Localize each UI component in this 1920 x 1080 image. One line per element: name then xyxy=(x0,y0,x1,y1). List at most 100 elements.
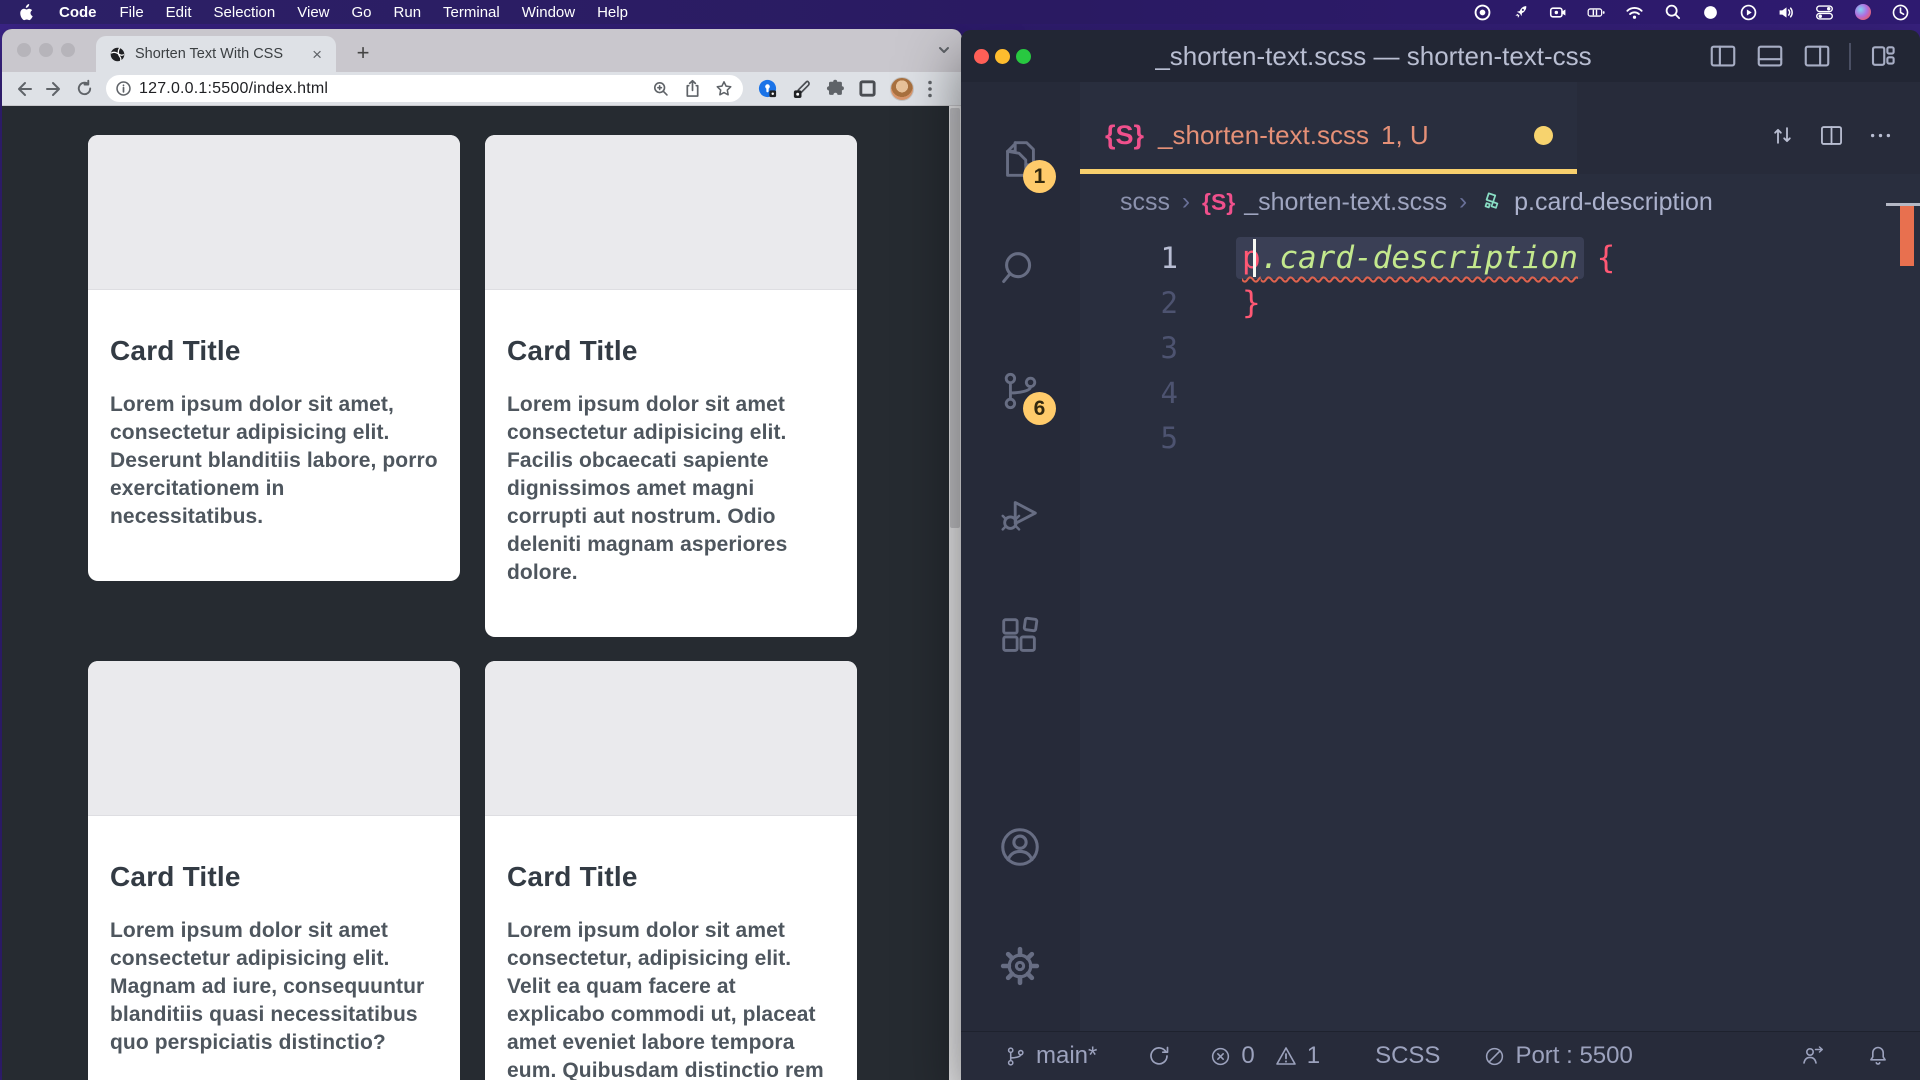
code-line-5[interactable]: 5 xyxy=(1080,416,1920,461)
spotlight-search-icon[interactable] xyxy=(1663,3,1682,22)
notifications-status[interactable] xyxy=(1866,1044,1890,1068)
display-dot-icon[interactable] xyxy=(1701,3,1720,22)
minimize-window-button[interactable] xyxy=(995,49,1010,64)
volume-icon[interactable] xyxy=(1777,3,1796,22)
site-info-icon[interactable] xyxy=(115,80,132,97)
page-scrollbar[interactable] xyxy=(949,106,961,1080)
zoom-icon[interactable] xyxy=(652,80,670,98)
code-line-1[interactable]: 1 p.card-description { xyxy=(1080,236,1920,281)
error-count: 0 xyxy=(1241,1042,1254,1070)
live-server-status[interactable]: Port : 5500 xyxy=(1483,1042,1632,1070)
close-tab-icon[interactable]: × xyxy=(308,44,326,65)
zoom-window-button[interactable] xyxy=(61,43,75,57)
toggle-secondary-sidebar-icon[interactable] xyxy=(1802,41,1832,71)
breadcrumb-separator: › xyxy=(1459,188,1467,216)
battery-icon[interactable] xyxy=(1587,3,1606,22)
open-changes-icon[interactable] xyxy=(1769,122,1796,149)
record-icon[interactable] xyxy=(1473,3,1492,22)
problems-status[interactable]: 0 1 xyxy=(1209,1042,1320,1070)
page-scrollbar-thumb[interactable] xyxy=(950,108,960,528)
url-text[interactable]: 127.0.0.1:5500/index.html xyxy=(139,80,652,98)
extensions-puzzle-icon[interactable] xyxy=(825,79,845,99)
browser-traffic-lights[interactable] xyxy=(17,43,75,57)
menu-run[interactable]: Run xyxy=(383,4,433,21)
menubar-app-name[interactable]: Code xyxy=(47,4,109,21)
back-button[interactable] xyxy=(12,77,36,101)
wifi-icon[interactable] xyxy=(1625,3,1644,22)
apple-menu-icon[interactable] xyxy=(0,4,47,21)
code-line-2[interactable]: 2 } xyxy=(1080,281,1920,326)
source-control-badge: 6 xyxy=(1023,392,1056,425)
menu-file[interactable]: File xyxy=(109,4,155,21)
language-mode[interactable]: SCSS xyxy=(1375,1042,1440,1070)
screen-mirroring-icon[interactable] xyxy=(1739,3,1758,22)
sync-icon xyxy=(1147,1044,1171,1068)
share-icon[interactable] xyxy=(684,79,701,98)
split-editor-icon[interactable] xyxy=(1818,122,1845,149)
menu-selection[interactable]: Selection xyxy=(203,4,287,21)
card-3-description: Lorem ipsum dolor sit amet consectetur a… xyxy=(110,917,438,1057)
menu-go[interactable]: Go xyxy=(341,4,383,21)
minimize-window-button[interactable] xyxy=(39,43,53,57)
feedback-person-icon xyxy=(1800,1044,1826,1068)
account-icon[interactable] xyxy=(997,824,1043,870)
code-line-3[interactable]: 3 xyxy=(1080,326,1920,371)
code-token-class: .card-description xyxy=(1261,240,1578,276)
extensions-icon[interactable] xyxy=(997,613,1043,659)
menu-help[interactable]: Help xyxy=(586,4,639,21)
close-window-button[interactable] xyxy=(974,49,989,64)
explorer-icon[interactable]: 1 xyxy=(997,136,1043,182)
password-manager-extension-icon[interactable] xyxy=(757,78,778,99)
reload-button[interactable] xyxy=(72,77,96,101)
card-2-title: Card Title xyxy=(507,335,835,367)
code-token-close-brace: } xyxy=(1195,281,1261,326)
control-center-icon[interactable] xyxy=(1815,3,1834,22)
profile-avatar[interactable] xyxy=(890,77,914,101)
siri-icon[interactable] xyxy=(1853,3,1872,22)
rocket-icon[interactable] xyxy=(1511,3,1530,22)
menu-terminal[interactable]: Terminal xyxy=(432,4,511,21)
customize-layout-icon[interactable] xyxy=(1868,41,1898,71)
toggle-panel-icon[interactable] xyxy=(1755,41,1785,71)
forward-button[interactable] xyxy=(42,77,66,101)
new-tab-button[interactable]: + xyxy=(350,41,376,65)
menu-edit[interactable]: Edit xyxy=(155,4,203,21)
active-tab-underline xyxy=(1080,169,1577,174)
breadcrumb-folder[interactable]: scss xyxy=(1120,188,1170,217)
code-editor[interactable]: 1 p.card-description { 2 } 3 4 5 xyxy=(1080,230,1920,1031)
breadcrumb-symbol[interactable]: p.card-description xyxy=(1514,188,1713,217)
card-4-image-placeholder xyxy=(485,661,857,816)
card-1-image-placeholder xyxy=(88,135,460,290)
search-icon[interactable] xyxy=(997,246,1043,292)
browser-menu-icon[interactable] xyxy=(927,79,933,99)
run-debug-icon[interactable] xyxy=(997,491,1043,537)
zoom-window-button[interactable] xyxy=(1016,49,1031,64)
eyedropper-extension-icon[interactable] xyxy=(791,78,812,99)
branch-status[interactable]: main* xyxy=(1004,1042,1097,1070)
close-window-button[interactable] xyxy=(17,43,31,57)
editor-tab-shorten-text[interactable]: {S} _shorten-text.scss 1, U xyxy=(1080,82,1577,174)
clock-icon[interactable] xyxy=(1891,3,1910,22)
menu-view[interactable]: View xyxy=(286,4,340,21)
unsaved-changes-dot-icon[interactable] xyxy=(1534,126,1553,145)
code-line-4[interactable]: 4 xyxy=(1080,371,1920,416)
breadcrumb-file[interactable]: _shorten-text.scss xyxy=(1244,188,1447,217)
address-bar[interactable]: 127.0.0.1:5500/index.html xyxy=(106,75,743,102)
browser-tab[interactable]: Shorten Text With CSS × xyxy=(96,36,336,72)
tab-search-chevron-icon[interactable] xyxy=(936,43,952,57)
feedback-status[interactable] xyxy=(1800,1044,1826,1068)
editor-more-actions-icon[interactable] xyxy=(1867,122,1894,149)
symbol-ruleset-icon xyxy=(1479,189,1505,215)
bookmark-star-icon[interactable] xyxy=(715,80,733,98)
sync-status[interactable] xyxy=(1147,1044,1171,1068)
menu-window[interactable]: Window xyxy=(511,4,586,21)
toggle-primary-sidebar-icon[interactable] xyxy=(1708,41,1738,71)
settings-gear-icon[interactable] xyxy=(997,943,1043,989)
screen-video-icon[interactable] xyxy=(1549,3,1568,22)
tab-filename: _shorten-text.scss xyxy=(1158,120,1369,151)
vscode-traffic-lights[interactable] xyxy=(961,49,1053,64)
browser-tabstrip: Shorten Text With CSS × + xyxy=(2,29,962,72)
extension-square-icon[interactable] xyxy=(858,79,877,98)
scss-file-icon: {S} xyxy=(1202,189,1235,216)
source-control-icon[interactable]: 6 xyxy=(997,368,1043,414)
